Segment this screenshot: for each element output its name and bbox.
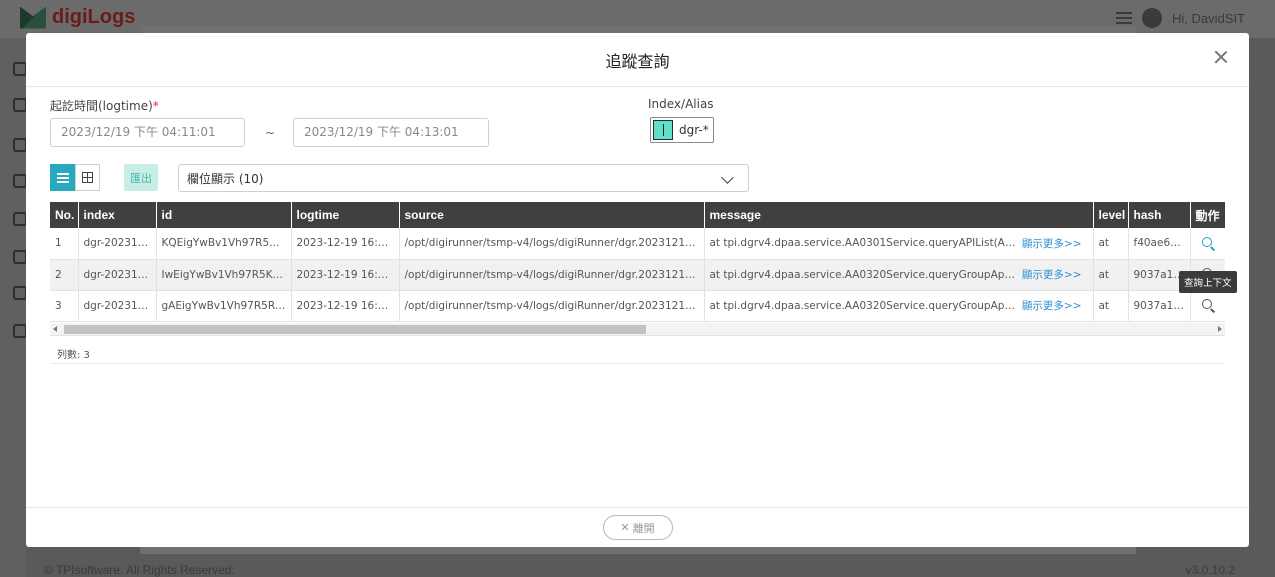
gear-icon[interactable] <box>13 324 27 338</box>
export-button[interactable]: 匯出 <box>124 164 158 191</box>
context-search-icon[interactable] <box>1201 299 1212 309</box>
cell-level: at <box>1093 228 1129 260</box>
cell-index: dgr-20231219 <box>78 290 157 322</box>
logtime-label-text: 起訖時間(logtime) <box>50 99 153 113</box>
date-separator: ~ <box>265 126 276 140</box>
app-name: digiLogs <box>52 6 136 28</box>
user-icon[interactable] <box>13 62 27 76</box>
col-header-level[interactable]: level <box>1093 202 1129 228</box>
chevron-down-icon <box>721 171 734 184</box>
search-nav-icon[interactable] <box>13 174 27 188</box>
list-icon[interactable] <box>13 138 27 152</box>
table-row: 2 dgr-20231219 IwEigYwBv1Vh97R5KaRO 2023… <box>50 259 1225 291</box>
log-table: No. index id logtime source message leve… <box>50 202 1225 322</box>
end-time-input[interactable]: 2023/12/19 下午 04:13:01 <box>293 118 489 147</box>
cell-no: 2 <box>50 259 79 291</box>
row-count: 列數: 3 <box>57 350 90 361</box>
cell-hash: 9037a14bfb <box>1128 290 1191 322</box>
col-header-index[interactable]: index <box>78 202 157 228</box>
message-text: at tpi.dgrv4.dpaa.service.AA0320Service.… <box>709 299 1016 312</box>
user-greeting: Hi, DavidSIT <box>1172 10 1245 26</box>
logtime-label: 起訖時間(logtime)* <box>50 97 159 114</box>
context-search-icon[interactable] <box>1201 236 1212 247</box>
table-row: 3 dgr-20231219 gAEigYwBv1Vh97R5RagP 2023… <box>50 290 1225 322</box>
col-header-action: 動作 <box>1190 202 1225 228</box>
col-header-hash[interactable]: hash <box>1128 202 1191 228</box>
cell-level: at <box>1093 290 1129 322</box>
show-more-link[interactable]: 顯示更多>> <box>1022 236 1088 251</box>
horizontal-scrollbar[interactable] <box>50 323 1225 336</box>
cell-action <box>1190 290 1225 322</box>
close-icon[interactable] <box>1211 47 1231 67</box>
cell-no: 1 <box>50 228 79 260</box>
col-header-no[interactable]: No. <box>50 202 79 228</box>
trace-query-modal: 追蹤查詢 起訖時間(logtime)* 2023/12/19 下午 04:11:… <box>26 33 1249 547</box>
cell-action <box>1190 228 1225 260</box>
close-button[interactable]: ✕ 離開 <box>602 515 673 540</box>
cell-source: /opt/digirunner/tsmp-v4/logs/digiRunner/… <box>399 228 705 260</box>
footer-version: v3.0.10.2 <box>1185 563 1235 577</box>
sigma-icon[interactable] <box>13 286 27 300</box>
index-alias-chip[interactable]: dgr-* <box>650 117 714 143</box>
show-more-link[interactable]: 顯示更多>> <box>1022 267 1088 282</box>
message-text: at tpi.dgrv4.dpaa.service.AA0320Service.… <box>709 268 1016 281</box>
modal-header: 追蹤查詢 <box>26 33 1249 87</box>
cell-id: gAEigYwBv1Vh97R5RagP <box>156 290 292 322</box>
index-alias-label: Index/Alias <box>648 97 714 111</box>
cell-hash: f40ae69cce9 <box>1128 228 1191 260</box>
sidebar <box>0 38 27 577</box>
close-button-label: 離開 <box>632 521 655 535</box>
table-row: 1 dgr-20231219 KQEigYwBv1Vh97R5DqKO 2023… <box>50 228 1225 260</box>
cell-no: 3 <box>50 290 79 322</box>
message-text: at tpi.dgrv4.dpaa.service.AA0301Service.… <box>709 237 1016 250</box>
start-time-input[interactable]: 2023/12/19 下午 04:11:01 <box>50 118 245 147</box>
chart-icon[interactable] <box>13 212 27 226</box>
cell-message: at tpi.dgrv4.dpaa.service.AA0320Service.… <box>704 290 1094 322</box>
scroll-thumb[interactable] <box>64 325 646 334</box>
logo-icon <box>20 6 46 29</box>
col-header-message[interactable]: message <box>704 202 1094 228</box>
show-more-link[interactable]: 顯示更多>> <box>1022 298 1088 313</box>
col-header-id[interactable]: id <box>156 202 292 228</box>
app-logo: digiLogs <box>20 6 135 29</box>
scroll-left-icon[interactable] <box>53 326 57 332</box>
cell-message: at tpi.dgrv4.dpaa.service.AA0301Service.… <box>704 228 1094 260</box>
cell-id: IwEigYwBv1Vh97R5KaRO <box>156 259 292 291</box>
modal-footer: ✕ 離開 <box>26 507 1249 547</box>
cell-logtime: 2023-12-19 16:12:34 <box>291 290 400 322</box>
columns-select-value: 欄位顯示 (10) <box>187 171 264 186</box>
required-mark: * <box>152 99 159 113</box>
menu-nav-icon[interactable] <box>13 250 27 264</box>
cell-index: dgr-20231219 <box>78 259 157 291</box>
list-view-button[interactable] <box>50 164 75 191</box>
index-checkbox[interactable] <box>653 120 673 140</box>
avatar[interactable] <box>1142 8 1163 28</box>
cell-index: dgr-20231219 <box>78 228 157 260</box>
dashboard-icon[interactable] <box>13 98 27 112</box>
index-value: dgr-* <box>679 123 709 137</box>
list-view-icon <box>56 172 69 183</box>
cell-level: at <box>1093 259 1129 291</box>
grid-view-button[interactable] <box>75 164 100 191</box>
cell-logtime: 2023-12-19 16:12:20 <box>291 228 400 260</box>
col-header-source[interactable]: source <box>399 202 705 228</box>
context-tooltip: 查詢上下文 <box>1179 271 1237 293</box>
cell-source: /opt/digirunner/tsmp-v4/logs/digiRunner/… <box>399 290 705 322</box>
grid-view-icon <box>82 172 93 183</box>
col-header-logtime[interactable]: logtime <box>291 202 400 228</box>
cell-source: /opt/digirunner/tsmp-v4/logs/digiRunner/… <box>399 259 705 291</box>
footer-copyright: © TPIsoftware. All Rights Reserved. <box>44 563 235 577</box>
cell-message: at tpi.dgrv4.dpaa.service.AA0320Service.… <box>704 259 1094 291</box>
cell-id: KQEigYwBv1Vh97R5DqKO <box>156 228 292 260</box>
user-area: Hi, DavidSIT <box>1116 8 1245 28</box>
menu-icon[interactable] <box>1116 12 1133 24</box>
scroll-right-icon[interactable] <box>1218 326 1222 332</box>
close-button-icon: ✕ <box>620 521 630 534</box>
modal-title: 追蹤查詢 <box>605 51 670 71</box>
divider <box>50 363 1225 364</box>
table-header-row: No. index id logtime source message leve… <box>50 202 1225 228</box>
cell-logtime: 2023-12-19 16:12:27 <box>291 259 400 291</box>
columns-select[interactable]: 欄位顯示 (10) <box>178 164 749 192</box>
